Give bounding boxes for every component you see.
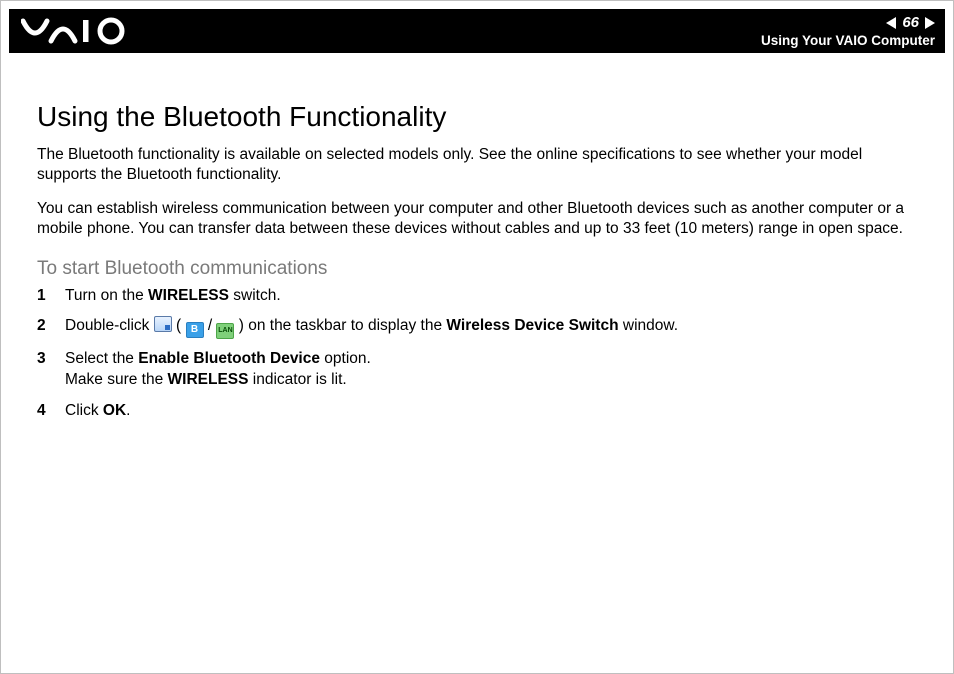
taskbar-icon <box>154 316 172 332</box>
step-bold: WIRELESS <box>148 287 229 304</box>
vaio-logo-icon <box>21 17 131 45</box>
page-content: Using the Bluetooth Functionality The Bl… <box>37 101 917 432</box>
step-text: Turn on the <box>65 287 148 304</box>
step-3: Select the Enable Bluetooth Device optio… <box>37 349 917 391</box>
step-bold: Enable Bluetooth Device <box>138 350 320 367</box>
lan-icon: LAN <box>216 323 234 339</box>
step-text: Double-click <box>65 317 154 334</box>
step-2: Double-click ( B / LAN ) on the taskbar … <box>37 316 917 339</box>
header-right: 66 Using Your VAIO Computer <box>761 14 935 48</box>
page-number: 66 <box>902 14 919 31</box>
step-text: ( <box>172 317 186 334</box>
vaio-logo <box>21 17 131 45</box>
paragraph-2: You can establish wireless communication… <box>37 199 917 239</box>
steps-list: Turn on the WIRELESS switch. Double-clic… <box>37 286 917 423</box>
page-nav: 66 <box>886 14 935 31</box>
step-bold: Wireless Device Switch <box>446 317 618 334</box>
step-text: ) on the taskbar to display the <box>234 317 446 334</box>
step-text: Make sure the <box>65 371 168 388</box>
step-text: window. <box>619 317 678 334</box>
paragraph-1: The Bluetooth functionality is available… <box>37 145 917 185</box>
next-page-icon[interactable] <box>925 17 935 29</box>
bluetooth-icon: B <box>186 322 204 338</box>
step-text: Select the <box>65 350 138 367</box>
step-bold: WIRELESS <box>168 371 249 388</box>
document-page: 66 Using Your VAIO Computer Using the Bl… <box>0 0 954 674</box>
page-title: Using the Bluetooth Functionality <box>37 101 917 133</box>
step-text: indicator is lit. <box>248 371 346 388</box>
page-header: 66 Using Your VAIO Computer <box>9 9 945 53</box>
step-text: Click <box>65 402 103 419</box>
step-text: . <box>126 402 130 419</box>
section-subhead: To start Bluetooth communications <box>37 258 917 280</box>
step-bold: OK <box>103 402 126 419</box>
step-text: / <box>204 317 217 334</box>
prev-page-icon[interactable] <box>886 17 896 29</box>
step-text: switch. <box>229 287 281 304</box>
chapter-title: Using Your VAIO Computer <box>761 33 935 48</box>
step-text: option. <box>320 350 371 367</box>
step-4: Click OK. <box>37 401 917 422</box>
step-1: Turn on the WIRELESS switch. <box>37 286 917 307</box>
